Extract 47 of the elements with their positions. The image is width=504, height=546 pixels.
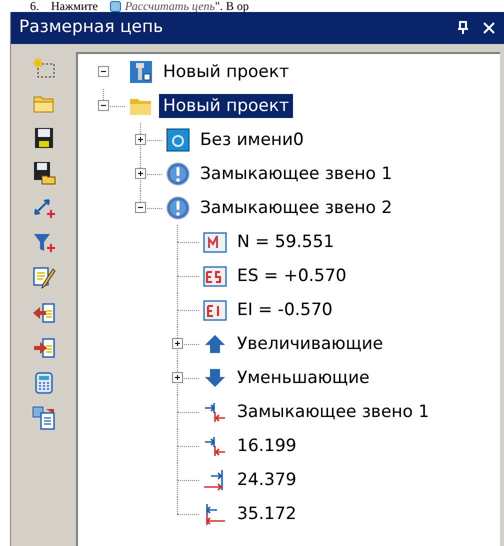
pin-icon[interactable] [456, 21, 470, 35]
close-icon[interactable] [482, 21, 496, 35]
diagonal-arrow-plus-icon[interactable] [32, 196, 56, 220]
exclamation-circle-icon [166, 196, 190, 220]
ei-card-icon [203, 298, 227, 322]
tree-item[interactable]: Замыкающее звено 1 [196, 162, 396, 186]
tree-item[interactable]: Без имени0 [196, 128, 308, 152]
expand-toggle-icon[interactable] [172, 372, 183, 383]
tree-item[interactable]: Замыкающее звено 2 [196, 196, 396, 220]
tree-item[interactable]: 35.172 [233, 502, 300, 526]
es-card-icon [203, 264, 227, 288]
tree-item[interactable]: Увеличивающие [233, 332, 388, 356]
up-arrow-icon [203, 332, 227, 356]
step-number: 6. [30, 0, 39, 12]
floppy-folder-icon[interactable] [32, 161, 56, 185]
tree-item[interactable]: Уменьшающие [233, 366, 374, 390]
tree-item[interactable]: Новый проект [159, 60, 294, 84]
tree-item[interactable]: 16.199 [233, 434, 300, 458]
document-icon [166, 128, 190, 152]
tree-item[interactable]: Замыкающее звено 1 [233, 400, 434, 424]
instruction-text: ". В ор [215, 0, 249, 12]
expand-toggle-icon[interactable] [172, 338, 183, 349]
sparkle-rectangle-icon[interactable] [32, 56, 56, 80]
instruction-text: Нажмите [51, 0, 98, 12]
dimension-icon [203, 434, 227, 458]
collapse-toggle-icon[interactable] [135, 202, 146, 213]
funnel-plus-icon[interactable] [32, 231, 56, 255]
tree-item[interactable]: EI = -0.570 [233, 298, 337, 322]
command-name: Рассчитать цепь [124, 0, 215, 12]
project-icon [129, 60, 153, 84]
dimension-icon [203, 502, 227, 526]
arrow-right-document-icon[interactable] [32, 336, 56, 360]
table-document-icon[interactable] [32, 406, 56, 430]
expand-toggle-icon[interactable] [135, 134, 146, 145]
exclamation-circle-icon [166, 162, 190, 186]
tree-item[interactable]: N = 59.551 [233, 230, 338, 254]
tree-item[interactable]: ES = +0.570 [233, 264, 350, 288]
arrow-left-document-icon[interactable] [32, 301, 56, 325]
tree-item[interactable]: Новый проект [159, 94, 294, 118]
dimension-icon [203, 400, 227, 424]
expand-toggle-icon[interactable] [135, 168, 146, 179]
pencil-document-icon[interactable] [32, 266, 56, 290]
down-arrow-icon [203, 366, 227, 390]
collapse-toggle-icon[interactable] [98, 66, 109, 77]
collapse-toggle-icon[interactable] [98, 100, 109, 111]
panel-title: Размерная цепь [19, 16, 164, 40]
tree-item[interactable]: 24.379 [233, 468, 300, 492]
